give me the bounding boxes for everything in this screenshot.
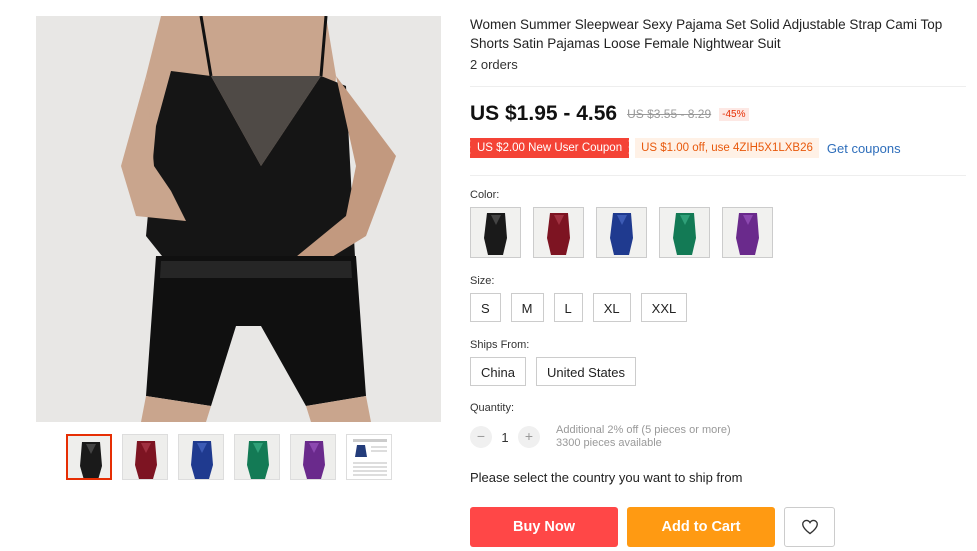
bulk-discount-text: Additional 2% off (5 pieces or more) xyxy=(556,424,731,436)
color-label: Color: xyxy=(470,189,500,201)
thumbnail-strip xyxy=(66,434,392,480)
original-price: US $3.55 - 8.29 xyxy=(627,107,712,121)
size-option-xxl[interactable]: XXL xyxy=(640,293,688,322)
main-product-image xyxy=(36,16,441,422)
quantity-decrease-button[interactable]: − xyxy=(470,426,492,448)
size-option-s[interactable]: S xyxy=(470,293,501,322)
thumbnail-size-chart[interactable] xyxy=(346,434,392,480)
size-option-xl[interactable]: XL xyxy=(592,293,631,322)
add-to-cart-button[interactable]: Add to Cart xyxy=(627,507,775,547)
ship-country-message: Please select the country you want to sh… xyxy=(470,470,743,485)
price: US $1.95 - 4.56 xyxy=(470,102,618,125)
quantity-label: Quantity: xyxy=(470,402,515,414)
ships-from-china[interactable]: China xyxy=(470,357,526,386)
product-title: Women Summer Sleepwear Sexy Pajama Set S… xyxy=(470,17,943,51)
quantity-increase-button[interactable]: + xyxy=(518,426,540,448)
color-option-wine[interactable] xyxy=(533,207,584,258)
pajama-model-illustration xyxy=(36,16,441,422)
ships-from-label: Ships From: xyxy=(470,339,530,351)
new-user-coupon[interactable]: US $2.00 New User Coupon xyxy=(467,138,630,158)
heart-icon xyxy=(801,519,818,535)
thumbnail-black[interactable] xyxy=(66,434,112,480)
code-coupon: US $1.00 off, use 4ZIH5X1LXB26 xyxy=(635,138,819,158)
stock-available-text: 3300 pieces available xyxy=(556,437,662,449)
divider xyxy=(470,175,966,176)
color-option-blue[interactable] xyxy=(596,207,647,258)
quantity-info: Additional 2% off (5 pieces or more) 330… xyxy=(556,424,731,450)
size-option-l[interactable]: L xyxy=(553,293,583,322)
price-row: US $1.95 - 4.56 US $3.55 - 8.29 -45% xyxy=(470,102,749,126)
ships-from-options: China United States xyxy=(470,357,637,386)
thumbnail-purple[interactable] xyxy=(290,434,336,480)
color-option-black[interactable] xyxy=(470,207,521,258)
thumbnail-wine[interactable] xyxy=(122,434,168,480)
thumbnail-green[interactable] xyxy=(234,434,280,480)
buy-now-button[interactable]: Buy Now xyxy=(470,507,618,547)
orders-count: 2 orders xyxy=(470,57,518,72)
size-options: S M L XL XXL xyxy=(470,293,688,322)
ships-from-united-states[interactable]: United States xyxy=(535,357,637,386)
color-options xyxy=(470,207,773,258)
quantity-value[interactable]: 1 xyxy=(492,430,518,445)
divider xyxy=(470,86,966,87)
color-option-green[interactable] xyxy=(659,207,710,258)
discount-badge: -45% xyxy=(719,107,749,121)
coupon-row: US $2.00 New User Coupon US $1.00 off, u… xyxy=(467,138,901,158)
quantity-stepper: − 1 + Additional 2% off (5 pieces or mor… xyxy=(470,424,731,450)
size-label: Size: xyxy=(470,275,495,287)
get-coupons-link[interactable]: Get coupons xyxy=(827,141,901,156)
color-option-purple[interactable] xyxy=(722,207,773,258)
size-option-m[interactable]: M xyxy=(510,293,544,322)
wishlist-button[interactable] xyxy=(784,507,835,547)
thumbnail-blue[interactable] xyxy=(178,434,224,480)
